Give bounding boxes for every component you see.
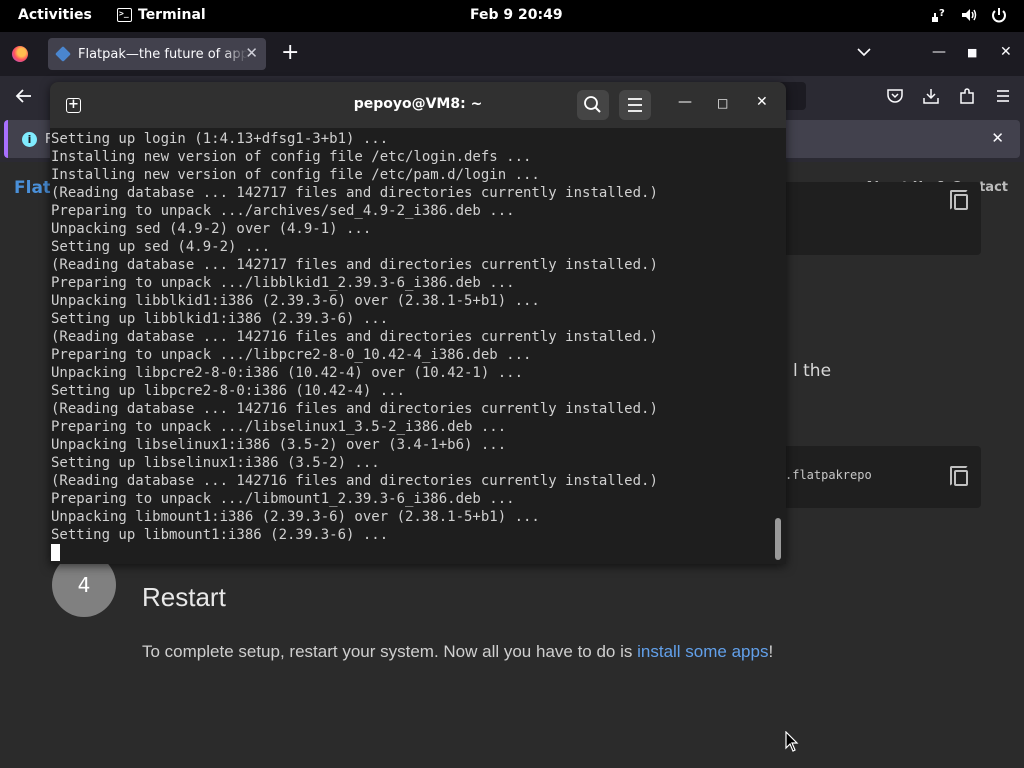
copy-icon[interactable] — [950, 190, 968, 210]
terminal-line: Setting up libblkid1:i386 (2.39.3-6) ... — [51, 311, 389, 327]
terminal-line: Preparing to unpack .../libpcre2-8-0_10.… — [51, 347, 532, 363]
close-tab-icon[interactable]: ✕ — [245, 44, 258, 62]
terminal-line: Installing new version of config file /e… — [51, 149, 532, 165]
site-logo[interactable]: Flat — [14, 178, 51, 198]
activities-button[interactable]: Activities — [18, 7, 92, 23]
browser-tab[interactable]: Flatpak—the future of apps on Linux ✕ — [48, 38, 266, 70]
svg-text:?: ? — [939, 8, 945, 19]
terminal-line: Setting up sed (4.9-2) ... — [51, 239, 271, 255]
close-window-icon[interactable]: ✕ — [1000, 44, 1012, 60]
terminal-line: Preparing to unpack .../archives/sed_4.9… — [51, 203, 515, 219]
terminal-line: Installing new version of config file /e… — [51, 167, 540, 183]
terminal-line: Unpacking libmount1:i386 (2.39.3-6) over… — [51, 509, 540, 525]
chevron-down-icon[interactable] — [856, 46, 872, 58]
hamburger-icon — [628, 98, 642, 112]
terminal-icon: >_ — [117, 8, 132, 22]
terminal-line: Preparing to unpack .../libblkid1_2.39.3… — [51, 275, 515, 291]
terminal-line: (Reading database ... 142717 files and d… — [51, 185, 658, 201]
app-menu[interactable]: >_ Terminal — [117, 7, 206, 23]
system-status-area[interactable]: ? — [930, 6, 1008, 24]
new-tab-button[interactable]: + — [281, 40, 299, 65]
text-cursor — [51, 544, 60, 561]
maximize-icon[interactable]: ■ — [967, 46, 977, 59]
toolbar-icons — [886, 87, 1012, 105]
maximize-icon[interactable]: □ — [717, 96, 728, 110]
clock[interactable]: Feb 9 20:49 — [470, 7, 563, 23]
tab-strip: Flatpak—the future of apps on Linux ✕ + … — [0, 32, 1024, 76]
terminal-line: Setting up libpcre2-8-0:i386 (10.42-4) .… — [51, 383, 406, 399]
terminal-line: Setting up libmount1:i386 (2.39.3-6) ... — [51, 527, 389, 543]
downloads-icon[interactable] — [922, 87, 940, 105]
minimize-icon[interactable]: — — [678, 94, 692, 110]
step-title: Restart — [142, 582, 226, 612]
top-bar: Activities >_ Terminal Feb 9 20:49 ? — [0, 0, 1024, 32]
minimize-icon[interactable]: — — [932, 44, 946, 60]
terminal-prompt-line — [51, 544, 786, 562]
step-desc-text: To complete setup, restart your system. … — [142, 642, 638, 661]
firefox-icon[interactable] — [12, 46, 28, 62]
terminal-line: Unpacking sed (4.9-2) over (4.9-1) ... — [51, 221, 372, 237]
terminal-title: pepoyo@VM8: ~ — [353, 96, 483, 112]
terminal-line: Unpacking libpcre2-8-0:i386 (10.42-4) ov… — [51, 365, 524, 381]
terminal-line: Preparing to unpack .../libmount1_2.39.3… — [51, 491, 515, 507]
info-icon: i — [22, 131, 37, 147]
power-icon — [992, 8, 1006, 23]
terminal-line: (Reading database ... 142717 files and d… — [51, 257, 658, 273]
step-description: To complete setup, restart your system. … — [142, 642, 773, 662]
network-question-icon: ? — [932, 8, 945, 22]
terminal-line: (Reading database ... 142716 files and d… — [51, 329, 658, 345]
step-desc-suffix: ! — [768, 642, 774, 661]
terminal-line: (Reading database ... 142716 files and d… — [51, 401, 658, 417]
menu-button[interactable] — [619, 90, 651, 120]
back-arrow-icon[interactable] — [14, 86, 34, 106]
repo-command: .flatpakrepo — [785, 468, 872, 482]
terminal-line: Setting up login (1:4.13+dfsg1-3+b1) ... — [51, 131, 389, 147]
flatpak-favicon-icon — [55, 46, 71, 62]
install-apps-link[interactable]: install some apps — [637, 642, 768, 661]
tab-title: Flatpak—the future of apps on Linux — [78, 46, 248, 62]
menu-icon[interactable] — [994, 87, 1012, 105]
terminal-output[interactable]: Setting up login (1:4.13+dfsg1-3+b1) ...… — [50, 128, 786, 564]
volume-icon — [962, 9, 977, 21]
terminal-window: + pepoyo@VM8: ~ — □ ✕ Setting up login (… — [50, 82, 786, 564]
pocket-icon[interactable] — [886, 87, 904, 105]
terminal-line: Setting up libselinux1:i386 (3.5-2) ... — [51, 455, 380, 471]
mouse-pointer-icon — [785, 731, 799, 752]
terminal-line: Unpacking libblkid1:i386 (2.39.3-6) over… — [51, 293, 540, 309]
terminal-line: Unpacking libselinux1:i386 (3.5-2) over … — [51, 437, 507, 453]
terminal-line: Preparing to unpack .../libselinux1_3.5-… — [51, 419, 507, 435]
terminal-line: (Reading database ... 142716 files and d… — [51, 473, 658, 489]
extensions-icon[interactable] — [958, 87, 976, 105]
search-icon — [584, 96, 601, 113]
close-notification-icon[interactable]: ✕ — [991, 129, 1004, 147]
close-icon[interactable]: ✕ — [756, 94, 768, 110]
scrollbar[interactable] — [775, 518, 781, 560]
terminal-header-bar: + pepoyo@VM8: ~ — □ ✕ — [50, 82, 786, 128]
search-button[interactable] — [577, 90, 609, 120]
copy-icon[interactable] — [950, 466, 968, 486]
instruction-text: l the — [793, 361, 832, 381]
app-name: Terminal — [138, 7, 206, 23]
